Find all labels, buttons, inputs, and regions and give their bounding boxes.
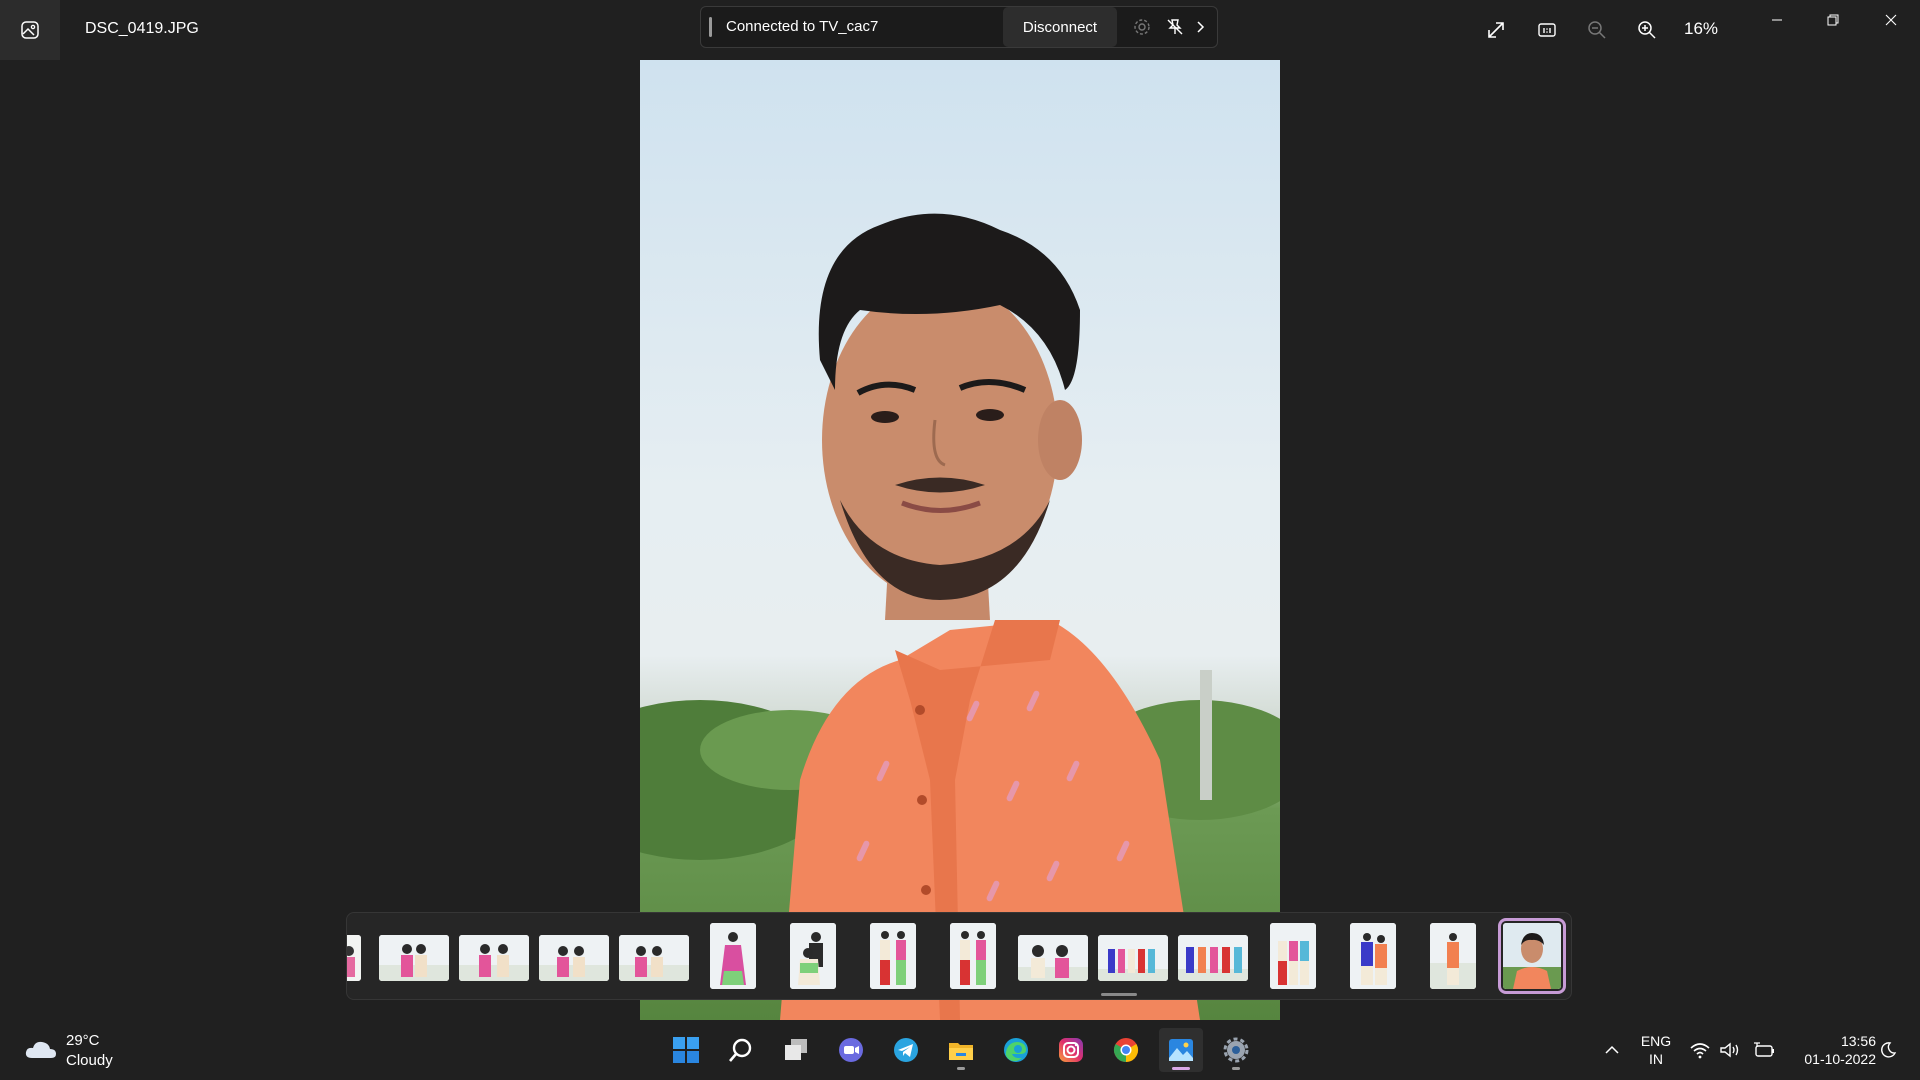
- chrome-icon[interactable]: [1104, 1028, 1148, 1072]
- show-hidden-icons-chevron-up-icon[interactable]: [1592, 1028, 1632, 1072]
- cast-drag-handle[interactable]: [709, 17, 712, 37]
- teams-chat-icon[interactable]: [829, 1028, 873, 1072]
- zoom-out-icon[interactable]: [1583, 16, 1611, 44]
- zoom-in-icon[interactable]: [1633, 16, 1661, 44]
- region-code: IN: [1649, 1051, 1663, 1067]
- minimize-icon[interactable]: [1754, 6, 1800, 34]
- filmstrip-thumbnail[interactable]: [790, 923, 836, 989]
- filmstrip-thumbnail[interactable]: [950, 923, 996, 989]
- clock[interactable]: 13:56 01-10-2022: [1784, 1032, 1876, 1068]
- clock-date: 01-10-2022: [1804, 1051, 1876, 1067]
- disconnect-button[interactable]: Disconnect: [1003, 7, 1117, 47]
- volume-icon[interactable]: [1716, 1028, 1744, 1072]
- weather-widget[interactable]: 29°C Cloudy: [22, 1030, 172, 1072]
- close-icon[interactable]: [1868, 6, 1914, 34]
- cast-settings-icon[interactable]: [1131, 17, 1153, 37]
- instagram-icon[interactable]: [1049, 1028, 1093, 1072]
- main-photo[interactable]: [640, 60, 1280, 1020]
- cast-status: Connected to TV_cac7: [726, 18, 879, 35]
- filmstrip-thumbnail[interactable]: [1018, 935, 1088, 981]
- running-indicator: [1232, 1067, 1240, 1070]
- filmstrip-thumbnail[interactable]: [347, 935, 361, 981]
- task-view-icon[interactable]: [774, 1028, 818, 1072]
- filmstrip-thumbnail[interactable]: [1350, 923, 1396, 989]
- start-icon[interactable]: [664, 1028, 708, 1072]
- pin-off-icon[interactable]: [1164, 17, 1186, 37]
- focus-assist-moon-icon[interactable]: [1876, 1028, 1900, 1072]
- photos-icon[interactable]: [1159, 1028, 1203, 1072]
- filmstrip-thumbnail[interactable]: [1178, 935, 1248, 981]
- filmstrip: [346, 912, 1572, 1000]
- telegram-icon[interactable]: [884, 1028, 928, 1072]
- filmstrip-thumbnail[interactable]: [379, 935, 449, 981]
- wifi-icon[interactable]: [1686, 1028, 1714, 1072]
- filmstrip-thumbnail[interactable]: [619, 935, 689, 981]
- zoom-level[interactable]: 16%: [1684, 19, 1718, 39]
- edge-icon[interactable]: [994, 1028, 1038, 1072]
- clock-time: 13:56: [1840, 1033, 1876, 1049]
- filmstrip-thumbnail[interactable]: [1270, 923, 1316, 989]
- filmstrip-thumbnail[interactable]: [459, 935, 529, 981]
- running-indicator: [957, 1067, 965, 1070]
- weather-condition: Cloudy: [66, 1052, 113, 1069]
- cloud-icon: [25, 1041, 56, 1058]
- filmstrip-thumbnail[interactable]: [870, 923, 916, 989]
- filmstrip-thumbnail[interactable]: [539, 935, 609, 981]
- restore-icon[interactable]: [1810, 6, 1856, 34]
- language-code: ENG: [1640, 1033, 1672, 1049]
- title-bar: DSC_0419.JPG Connected to TV_cac7 Discon…: [0, 0, 1920, 60]
- language-indicator[interactable]: ENG IN: [1636, 1032, 1676, 1068]
- filmstrip-thumbnail[interactable]: [710, 923, 756, 989]
- cast-bar: Connected to TV_cac7 Disconnect: [700, 6, 1218, 48]
- weather-temperature: 29°C: [66, 1032, 100, 1049]
- filmstrip-scroll-handle[interactable]: [1101, 993, 1137, 996]
- taskbar: 29°C Cloudy ENG IN 13:56 01-10-2022: [0, 1020, 1920, 1080]
- running-indicator-active: [1172, 1067, 1190, 1070]
- actual-size-icon[interactable]: [1533, 16, 1561, 44]
- fullscreen-icon[interactable]: [1482, 16, 1510, 44]
- file-name: DSC_0419.JPG: [85, 20, 199, 37]
- chevron-right-icon[interactable]: [1189, 17, 1211, 37]
- file-explorer-icon[interactable]: [939, 1028, 983, 1072]
- filmstrip-thumbnail[interactable]: [1098, 935, 1168, 981]
- settings-icon[interactable]: [1214, 1028, 1258, 1072]
- filmstrip-thumbnail[interactable]: [1430, 923, 1476, 989]
- battery-icon[interactable]: [1748, 1028, 1780, 1072]
- filmstrip-thumbnail-selected[interactable]: [1498, 918, 1566, 994]
- search-icon[interactable]: [719, 1028, 763, 1072]
- photos-app-icon: [0, 0, 60, 60]
